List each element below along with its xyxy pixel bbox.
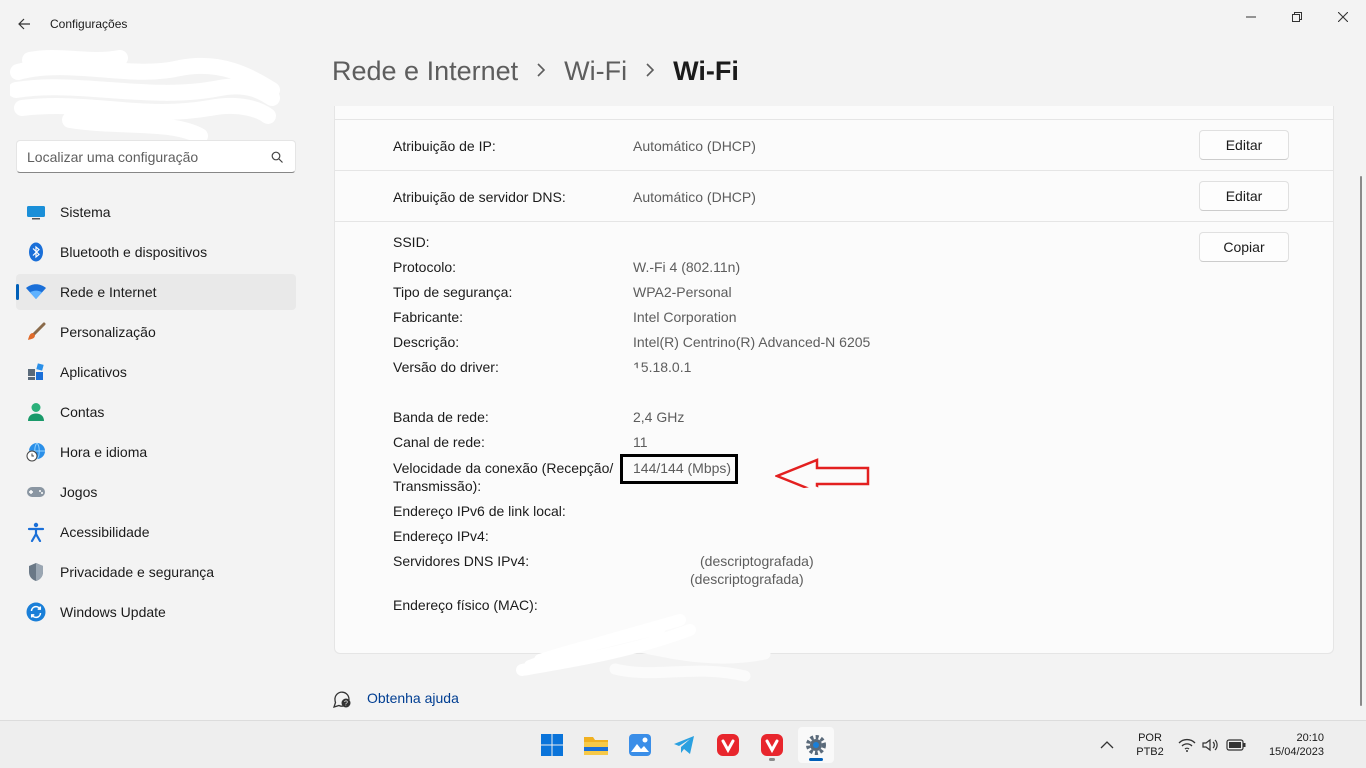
- sidebar-item-label: Privacidade e segurança: [60, 564, 215, 580]
- get-help-link[interactable]: Obtenha ajuda: [367, 690, 459, 706]
- clock-date: 15/04/2023: [1268, 746, 1324, 758]
- sidebar-item-label: Sistema: [60, 204, 111, 220]
- vivaldi-icon[interactable]: [710, 727, 746, 763]
- apps-icon: [26, 362, 46, 382]
- taskbar: POR PTB2 20:10 15/04/2023: [0, 720, 1366, 768]
- sidebar-item-rede-internet[interactable]: Rede e Internet: [16, 274, 296, 310]
- dns-ipv4-label: Servidores DNS IPv4:: [393, 553, 530, 569]
- sidebar-item-label: Rede e Internet: [60, 284, 157, 300]
- sidebar-item-label: Personalização: [60, 324, 156, 340]
- band-label: Banda de rede:: [393, 409, 489, 425]
- search-input[interactable]: [27, 148, 269, 165]
- close-icon[interactable]: [1320, 6, 1366, 28]
- sidebar-item-label: Contas: [60, 404, 105, 420]
- file-explorer-icon[interactable]: [578, 727, 614, 763]
- search-box[interactable]: [16, 140, 296, 173]
- system-icon: [26, 202, 46, 222]
- sidebar-item-label: Acessibilidade: [60, 524, 150, 540]
- redaction-scribble: [516, 614, 696, 676]
- sidebar-item-hora-idioma[interactable]: Hora e idioma: [16, 434, 296, 470]
- bluetooth-icon: [26, 242, 46, 262]
- app-title: Configurações: [50, 17, 128, 31]
- title-bar: Configurações: [0, 0, 1366, 48]
- redaction-scribble: [10, 50, 280, 140]
- sidebar-item-jogos[interactable]: Jogos: [16, 474, 296, 510]
- maximize-icon[interactable]: [1274, 6, 1320, 28]
- channel-label: Canal de rede:: [393, 434, 485, 450]
- network-properties-panel: Atribuição de IP: Automático (DHCP) Edit…: [334, 106, 1334, 682]
- edit-ip-button[interactable]: Editar: [1199, 130, 1289, 160]
- clock[interactable]: 20:10 15/04/2023: [1254, 731, 1324, 759]
- scrollbar[interactable]: [1360, 176, 1362, 706]
- sidebar-item-label: Jogos: [60, 484, 98, 500]
- driver-label: Versão do driver:: [393, 359, 499, 375]
- sidebar-item-privacidade[interactable]: Privacidade e segurança: [16, 554, 296, 590]
- input-language[interactable]: POR PTB2: [1134, 731, 1166, 759]
- volume-icon[interactable]: [1202, 721, 1220, 768]
- chevron-right-icon: [645, 61, 655, 82]
- ip-assignment-label: Atribuição de IP:: [393, 138, 496, 154]
- clock-time: 20:10: [1296, 732, 1324, 744]
- sidebar-item-label: Bluetooth e dispositivos: [60, 244, 208, 260]
- ssid-label: SSID:: [393, 234, 430, 250]
- breadcrumb: Rede e Internet Wi-Fi Wi-Fi: [332, 56, 739, 87]
- sidebar-item-sistema[interactable]: Sistema: [16, 194, 296, 230]
- windows-start-icon[interactable]: [534, 727, 570, 763]
- wifi-icon[interactable]: [1178, 721, 1196, 768]
- ip-assignment-value: Automático (DHCP): [633, 138, 756, 154]
- globe-clock-icon: [26, 442, 46, 462]
- sidebar-item-bluetooth[interactable]: Bluetooth e dispositivos: [16, 234, 296, 270]
- wifi-icon: [26, 282, 46, 302]
- accessibility-icon: [26, 522, 46, 542]
- panel-top-edge: [335, 106, 1333, 120]
- dns-assignment-row: Atribuição de servidor DNS: Automático (…: [335, 171, 1333, 222]
- person-icon: [26, 402, 46, 422]
- update-icon: [26, 602, 46, 622]
- sidebar-item-contas[interactable]: Contas: [16, 394, 296, 430]
- sidebar-item-personalizacao[interactable]: Personalização: [16, 314, 296, 350]
- chevron-right-icon: [536, 61, 546, 82]
- sidebar-item-label: Aplicativos: [60, 364, 127, 380]
- sidebar-item-aplicativos[interactable]: Aplicativos: [16, 354, 296, 390]
- language-code: POR: [1138, 732, 1162, 744]
- speed-label-line1: Velocidade da conexão (Recepção/: [393, 460, 614, 476]
- sidebar-item-windows-update[interactable]: Windows Update: [16, 594, 296, 630]
- sidebar-item-label: Hora e idioma: [60, 444, 148, 460]
- security-label: Tipo de segurança:: [393, 284, 513, 300]
- gamepad-icon: [26, 482, 46, 502]
- copy-button[interactable]: Copiar: [1199, 232, 1289, 262]
- ipv6-label: Endereço IPv6 de link local:: [393, 503, 566, 519]
- description-label: Descrição:: [393, 334, 460, 350]
- manufacturer-label: Fabricante:: [393, 309, 464, 325]
- speed-label-line2: Transmissão):: [393, 478, 482, 494]
- svg-text:?: ?: [344, 701, 348, 708]
- back-arrow-icon[interactable]: [10, 10, 38, 38]
- breadcrumb-item-rede[interactable]: Rede e Internet: [332, 56, 518, 87]
- ip-assignment-row: Atribuição de IP: Automático (DHCP) Edit…: [335, 120, 1333, 171]
- shield-icon: [26, 562, 46, 582]
- breadcrumb-item-wifi[interactable]: Wi-Fi: [564, 56, 627, 87]
- edit-dns-button[interactable]: Editar: [1199, 181, 1289, 211]
- telegram-icon[interactable]: [666, 727, 702, 763]
- protocol-label: Protocolo:: [393, 259, 457, 275]
- brush-icon: [26, 322, 46, 342]
- keyboard-layout: PTB2: [1136, 746, 1164, 758]
- show-hidden-icons-chevron-up-icon[interactable]: [1100, 721, 1114, 768]
- ipv4-label: Endereço IPv4:: [393, 528, 489, 544]
- photos-icon[interactable]: [622, 727, 658, 763]
- help-section: ? Obtenha ajuda: [332, 688, 459, 708]
- vivaldi-icon[interactable]: [754, 727, 790, 763]
- help-chat-icon: ?: [332, 688, 352, 708]
- sidebar-nav: Sistema Bluetooth e dispositivos Rede e …: [16, 194, 296, 634]
- dns-assignment-label: Atribuição de servidor DNS:: [393, 189, 566, 205]
- settings-icon[interactable]: [798, 727, 834, 763]
- battery-icon[interactable]: [1226, 721, 1246, 768]
- minimize-icon[interactable]: [1228, 6, 1274, 28]
- dns-assignment-value: Automático (DHCP): [633, 189, 756, 205]
- sidebar-item-label: Windows Update: [60, 604, 166, 620]
- search-icon[interactable]: [269, 149, 285, 165]
- page-title: Wi-Fi: [673, 56, 739, 86]
- sidebar-item-acessibilidade[interactable]: Acessibilidade: [16, 514, 296, 550]
